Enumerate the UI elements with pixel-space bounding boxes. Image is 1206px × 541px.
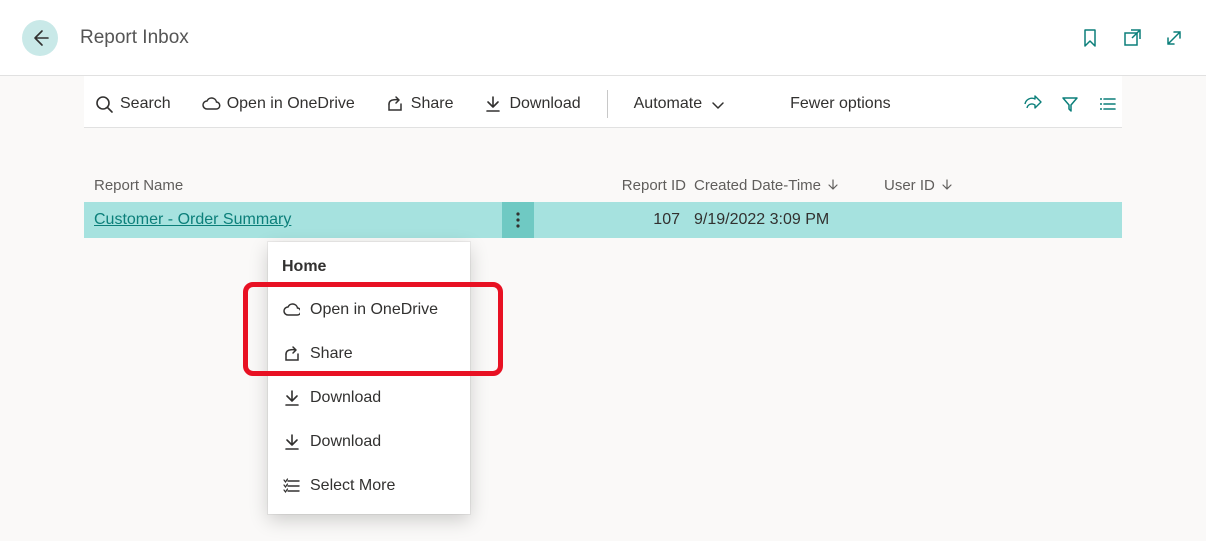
- report-name-link[interactable]: Customer - Order Summary: [94, 211, 444, 229]
- search-button[interactable]: Search: [84, 88, 181, 120]
- report-id-cell: 107: [534, 211, 694, 229]
- arrow-left-icon: [30, 27, 50, 49]
- download-icon: [282, 388, 300, 408]
- open-onedrive-button[interactable]: Open in OneDrive: [191, 88, 365, 120]
- column-user-id[interactable]: User ID: [884, 177, 1004, 194]
- cm-download-2[interactable]: Download: [268, 420, 470, 464]
- back-button[interactable]: [22, 20, 58, 56]
- arrow-down-icon: [939, 177, 955, 193]
- arrow-down-icon: [825, 177, 841, 193]
- row-more-button[interactable]: [502, 202, 534, 238]
- expand-button[interactable]: [1164, 28, 1184, 48]
- column-report-id[interactable]: Report ID: [534, 177, 694, 194]
- page-header: Report Inbox: [0, 0, 1206, 76]
- download-button[interactable]: Download: [473, 88, 590, 120]
- download-icon: [483, 94, 503, 114]
- cloud-icon: [282, 300, 300, 320]
- select-more-icon: [282, 476, 300, 496]
- cm-open-onedrive[interactable]: Open in OneDrive: [268, 288, 470, 332]
- cloud-icon: [201, 94, 221, 114]
- share-label: Share: [411, 95, 454, 113]
- context-menu: Home Open in OneDrive Share Download Dow…: [268, 242, 470, 514]
- share-page-button[interactable]: [1018, 94, 1046, 114]
- filter-button[interactable]: [1056, 94, 1084, 114]
- context-menu-header: Home: [268, 250, 470, 288]
- column-report-name[interactable]: Report Name: [94, 177, 444, 194]
- cm-download-1[interactable]: Download: [268, 376, 470, 420]
- share-button[interactable]: Share: [375, 88, 464, 120]
- cm-share[interactable]: Share: [268, 332, 470, 376]
- bookmark-icon: [1080, 27, 1100, 49]
- expand-icon: [1164, 28, 1184, 48]
- list-icon: [1098, 94, 1118, 114]
- report-table: Report Name Report ID Created Date-Time …: [84, 168, 1122, 238]
- search-label: Search: [120, 95, 171, 113]
- download-label: Download: [509, 95, 580, 113]
- chevron-down-icon: [708, 95, 726, 113]
- share-out-icon: [1022, 94, 1042, 114]
- more-vertical-icon: [508, 210, 528, 230]
- filter-icon: [1060, 94, 1080, 114]
- created-cell: 9/19/2022 3:09 PM: [694, 211, 884, 229]
- fewer-options-button[interactable]: Fewer options: [780, 89, 901, 119]
- popout-icon: [1122, 27, 1142, 49]
- bookmark-button[interactable]: [1080, 27, 1100, 49]
- toolbar: Search Open in OneDrive Share Download A…: [84, 76, 1122, 128]
- popout-button[interactable]: [1122, 27, 1142, 49]
- onedrive-label: Open in OneDrive: [227, 95, 355, 113]
- column-created[interactable]: Created Date-Time: [694, 177, 884, 194]
- cm-select-more[interactable]: Select More: [268, 464, 470, 508]
- download-icon: [282, 432, 300, 452]
- automate-label: Automate: [634, 95, 702, 113]
- fewer-options-label: Fewer options: [790, 95, 891, 113]
- share-arrow-icon: [385, 94, 405, 114]
- toolbar-divider: [607, 90, 608, 118]
- page-title: Report Inbox: [80, 27, 1080, 49]
- table-row[interactable]: Customer - Order Summary 107 9/19/2022 3…: [84, 202, 1122, 238]
- table-header: Report Name Report ID Created Date-Time …: [84, 168, 1122, 202]
- search-icon: [94, 94, 114, 114]
- list-view-button[interactable]: [1094, 94, 1122, 114]
- automate-button[interactable]: Automate: [624, 89, 736, 119]
- share-arrow-icon: [282, 344, 300, 364]
